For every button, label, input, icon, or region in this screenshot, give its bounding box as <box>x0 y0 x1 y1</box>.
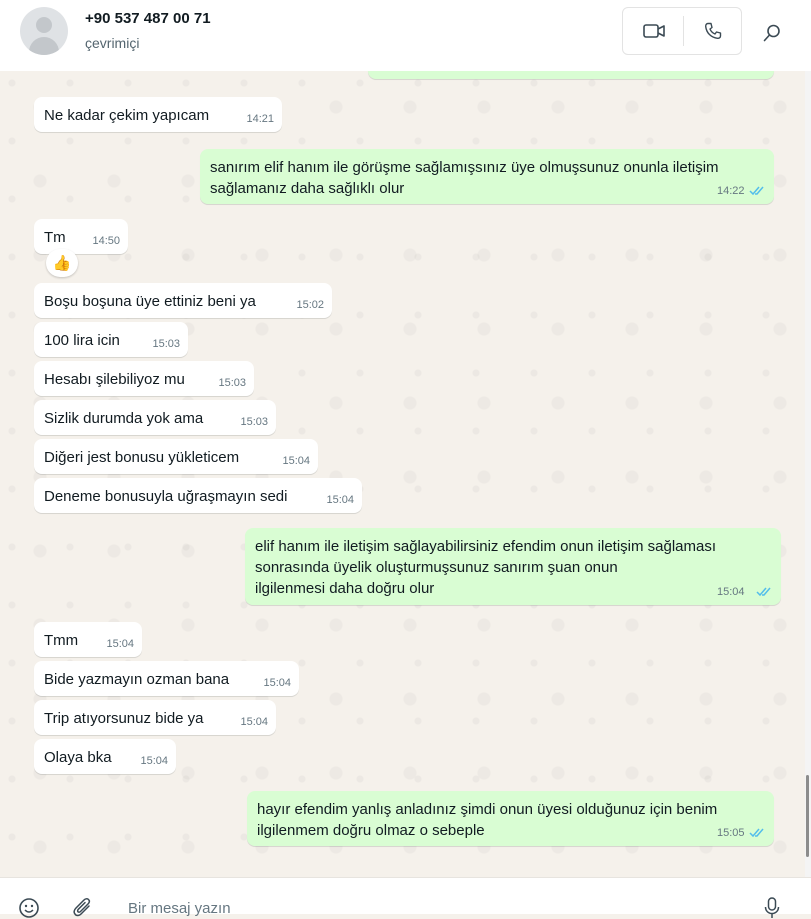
message-timestamp: 15:04 <box>326 494 354 506</box>
incoming-message[interactable]: Deneme bonusuyla uğraşmayın sedi 15:04 <box>34 478 362 513</box>
phone-icon <box>704 22 722 40</box>
message-text: Tmm <box>44 632 79 649</box>
message-timestamp: 15:04 <box>282 455 310 467</box>
incoming-message[interactable]: Tmm 15:04 <box>34 622 142 657</box>
incoming-message[interactable]: Diğeri jest bonusu yükleticem 15:04 <box>34 439 318 474</box>
double-check-icon <box>749 828 764 838</box>
message-text: Bide yazmayın ozman bana <box>44 671 230 688</box>
message-text: Tm <box>44 229 66 246</box>
search-button[interactable] <box>756 18 788 48</box>
message-timestamp: 15:04 <box>717 586 745 598</box>
chat-header: +90 537 487 00 71 çevrimiçi <box>0 0 811 72</box>
message-timestamp: 15:04 <box>263 677 291 689</box>
incoming-message[interactable]: Trip atıyorsunuz bide ya 15:04 <box>34 700 276 735</box>
outgoing-message[interactable]: elif hanım ile iletişim sağlayabilirsini… <box>245 528 781 605</box>
microphone-icon <box>764 897 780 918</box>
message-text: Sizlik durumda yok ama <box>44 410 204 427</box>
voice-message-button[interactable] <box>762 897 782 919</box>
incoming-message[interactable]: Boşu boşuna üye ettiniz beni ya 15:02 <box>34 283 332 318</box>
scrollbar-thumb[interactable] <box>806 775 809 857</box>
message-timestamp: 15:04 <box>240 716 268 728</box>
message-timestamp: 15:03 <box>152 338 180 350</box>
video-camera-icon <box>643 24 665 38</box>
contact-avatar[interactable] <box>20 7 68 55</box>
contact-name[interactable]: +90 537 487 00 71 <box>85 10 211 27</box>
message-timestamp: 15:05 <box>717 827 745 839</box>
paperclip-icon <box>73 898 91 917</box>
outgoing-message[interactable]: hayır efendim yanlış anladınız şimdi onu… <box>247 791 774 846</box>
incoming-message[interactable]: Hesabı şilebiliyoz mu 15:03 <box>34 361 254 396</box>
call-button-group <box>622 7 742 55</box>
double-check-icon <box>756 587 771 597</box>
message-text: Trip atıyorsunuz bide ya <box>44 710 204 727</box>
message-timestamp: 15:04 <box>106 638 134 650</box>
message-text: Olaya bka <box>44 749 112 766</box>
message-bubble-partial <box>368 71 774 79</box>
message-text: Boşu boşuna üye ettiniz beni ya <box>44 293 256 310</box>
double-check-icon <box>749 186 764 196</box>
incoming-message[interactable]: Tm 14:50 <box>34 219 128 254</box>
attach-button[interactable] <box>72 897 94 919</box>
search-icon <box>763 24 780 42</box>
video-call-button[interactable] <box>631 16 677 46</box>
message-text: Ne kadar çekim yapıcam <box>44 107 210 124</box>
message-timestamp: 15:02 <box>296 299 324 311</box>
message-text: 100 lira icin <box>44 332 120 349</box>
avatar-body-shape <box>29 37 59 55</box>
incoming-message[interactable]: Olaya bka 15:04 <box>34 739 176 774</box>
chat-message-area[interactable]: Ne kadar çekim yapıcam 14:21 sanırım elif … <box>0 71 805 877</box>
incoming-message[interactable]: Sizlik durumda yok ama 15:03 <box>34 400 276 435</box>
incoming-message[interactable]: 100 lira icin 15:03 <box>34 322 188 357</box>
message-timestamp: 14:50 <box>92 235 120 247</box>
message-text: elif hanım ile iletişim sağlayabilirsini… <box>255 538 717 597</box>
message-text: Diğeri jest bonusu yükleticem <box>44 449 240 466</box>
avatar-head-shape <box>36 17 52 33</box>
incoming-message[interactable]: Bide yazmayın ozman bana 15:04 <box>34 661 299 696</box>
message-text: Deneme bonusuyla uğraşmayın sedi <box>44 488 288 505</box>
message-timestamp: 15:04 <box>140 755 168 767</box>
outgoing-message[interactable]: sanırım elif hanım ile görüşme sağlamışs… <box>200 149 774 204</box>
message-timestamp: 14:21 <box>246 113 274 125</box>
message-timestamp: 15:03 <box>218 377 246 389</box>
message-timestamp: 14:22 <box>717 185 745 197</box>
emoji-button[interactable] <box>18 897 40 919</box>
incoming-message[interactable]: Ne kadar çekim yapıcam 14:21 <box>34 97 282 132</box>
message-text: sanırım elif hanım ile görüşme sağlamışs… <box>210 159 719 197</box>
message-timestamp: 15:03 <box>240 416 268 428</box>
emoji-icon <box>19 898 39 918</box>
message-input[interactable] <box>128 898 728 918</box>
call-divider <box>683 16 684 46</box>
reaction-badge[interactable]: 👍 <box>46 249 78 277</box>
contact-status: çevrimiçi <box>85 35 140 51</box>
chat-scrollbar[interactable] <box>805 71 811 877</box>
message-text: hayır efendim yanlış anladınız şimdi onu… <box>257 801 718 839</box>
voice-call-button[interactable] <box>691 16 735 46</box>
message-composer <box>0 877 811 918</box>
message-text: Hesabı şilebiliyoz mu <box>44 371 185 388</box>
